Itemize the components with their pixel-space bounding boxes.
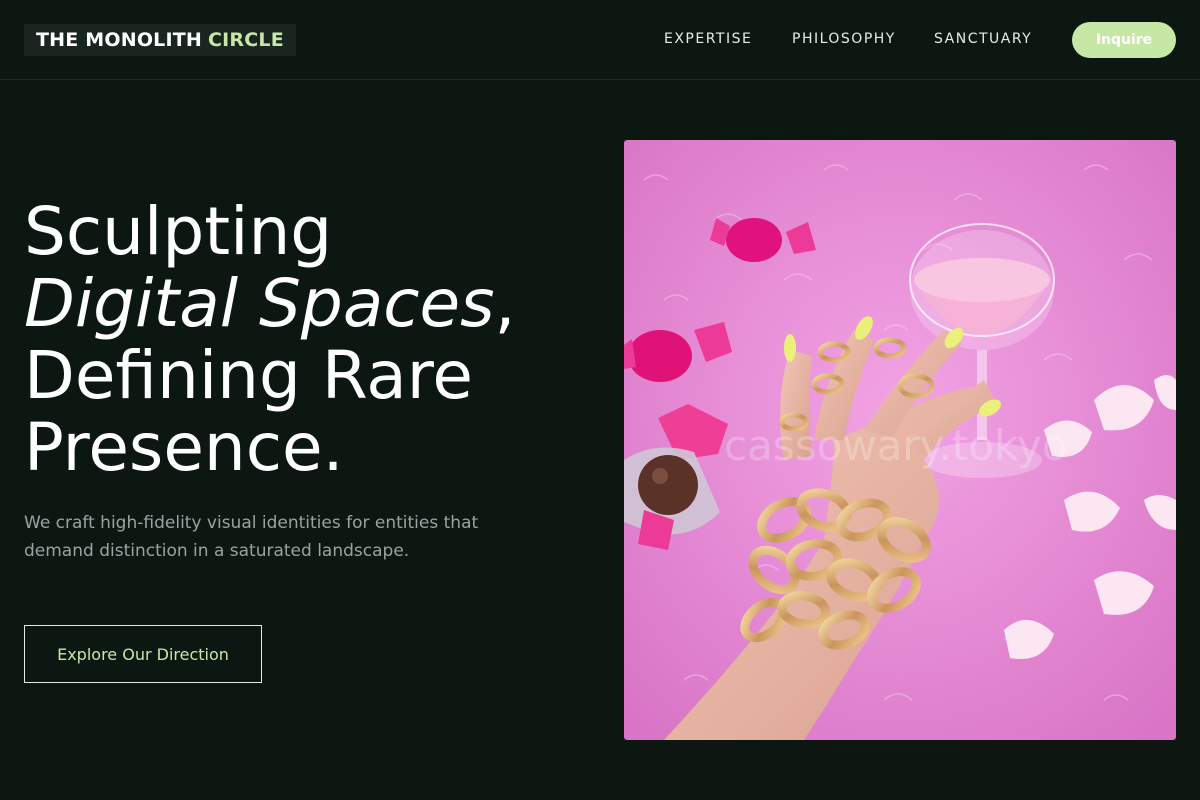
brand-logo[interactable]: THE MONOLITH CIRCLE bbox=[24, 24, 296, 56]
hero-headline: Sculpting Digital Spaces, Defining Rare … bbox=[24, 196, 604, 484]
inquire-button[interactable]: Inquire bbox=[1072, 22, 1176, 58]
nav-link-sanctuary[interactable]: SANCTUARY bbox=[934, 31, 1032, 47]
headline-line-4: Presence. bbox=[24, 409, 344, 486]
headline-italic-phrase: Digital Spaces bbox=[24, 265, 495, 342]
headline-line-3: Defining Rare bbox=[24, 337, 474, 414]
headline-line-1: Sculpting bbox=[24, 193, 333, 270]
brand-name-accent: CIRCLE bbox=[208, 29, 284, 51]
nav-link-philosophy[interactable]: PHILOSOPHY bbox=[792, 31, 896, 47]
explore-direction-button[interactable]: Explore Our Direction bbox=[24, 625, 262, 683]
hero-image: cassowary.tokyo bbox=[624, 140, 1176, 740]
photo-hand-with-gold-jewelry-icon: cassowary.tokyo bbox=[624, 140, 1176, 740]
headline-line-2: Digital Spaces, bbox=[24, 268, 604, 340]
image-watermark: cassowary.tokyo bbox=[724, 421, 1067, 470]
site-header: THE MONOLITH CIRCLE EXPERTISE PHILOSOPHY… bbox=[0, 0, 1200, 80]
headline-comma: , bbox=[494, 265, 516, 342]
brand-name-main: THE MONOLITH bbox=[36, 29, 203, 51]
nav-link-expertise[interactable]: EXPERTISE bbox=[664, 31, 752, 47]
hero-subtext: We craft high-fidelity visual identities… bbox=[24, 513, 479, 561]
